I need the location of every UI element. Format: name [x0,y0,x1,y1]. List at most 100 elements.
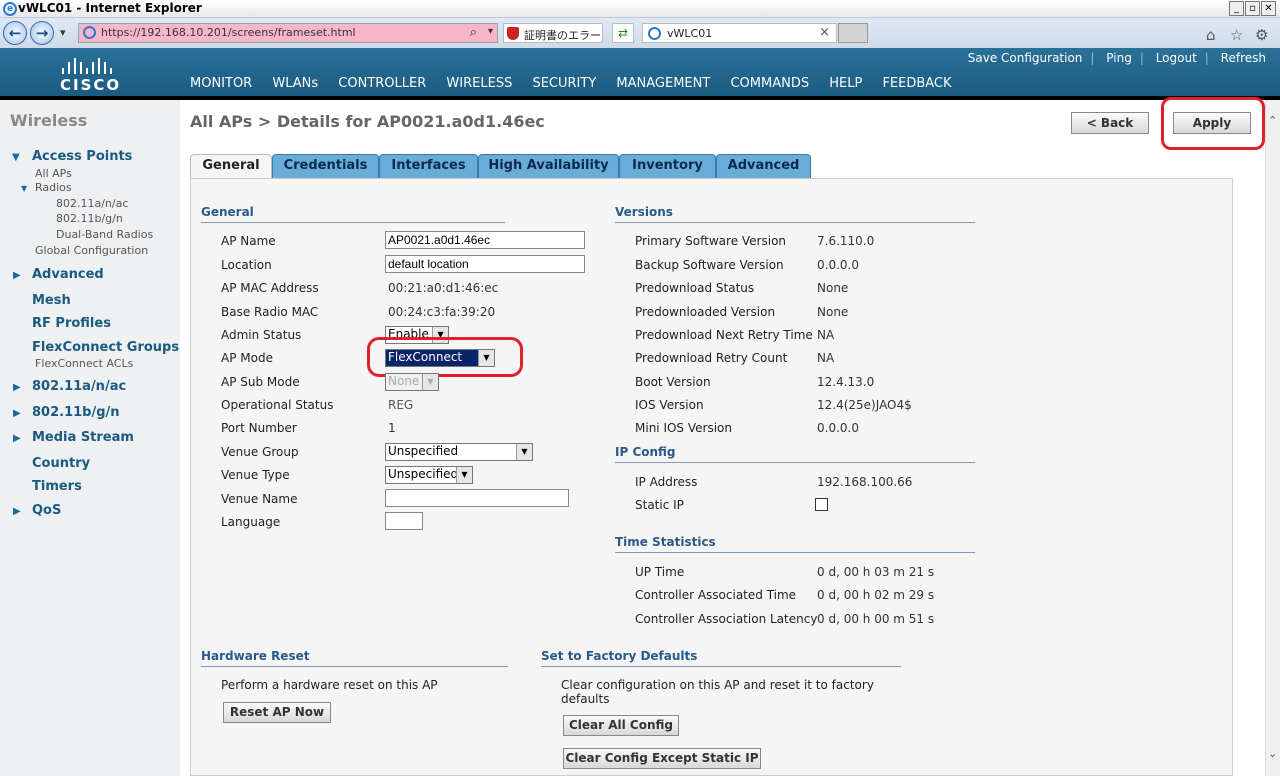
cisco-logo-text: CISCO [60,76,122,94]
sidebar-item-flexconnect-groups[interactable]: FlexConnect Groups [32,340,179,355]
ap-mode-highlight [367,337,523,377]
expanded-icon[interactable]: ▼ [12,152,20,163]
back-nav-button[interactable]: ← [3,21,27,45]
venue-name-input[interactable] [385,489,569,507]
sidebar-item-timers[interactable]: Timers [32,479,82,494]
close-window-button[interactable]: ✕ [1261,1,1276,16]
sidebar-item-all-aps[interactable]: All APs [35,167,72,180]
tab-inventory[interactable]: Inventory [619,154,716,178]
tab-advanced[interactable]: Advanced [716,154,811,178]
menu-security[interactable]: SECURITY [532,76,596,91]
sidebar-item-media-stream[interactable]: Media Stream [32,430,134,445]
menu-wlans[interactable]: WLANs [272,76,318,91]
home-icon[interactable]: ⌂ [1206,26,1216,44]
language-input[interactable] [385,512,423,530]
time-statistics-heading: Time Statistics [615,535,975,553]
dot11b-collapsed-icon[interactable]: ▶ [13,408,21,419]
scroll-up-icon[interactable]: ⌃ [1268,114,1277,127]
media-stream-collapsed-icon[interactable]: ▶ [13,433,21,444]
static-ip-checkbox[interactable] [815,498,828,511]
dot11a-collapsed-icon[interactable]: ▶ [13,382,21,393]
sidebar-item-dot11a[interactable]: 802.11a/n/ac [32,379,126,394]
ios-version-label: IOS Version [635,398,704,412]
ap-name-input[interactable] [385,231,585,249]
uptime-label: UP Time [635,565,685,579]
logout-link[interactable]: Logout [1156,51,1197,65]
sidebar-item-country[interactable]: Country [32,456,90,471]
tab-credentials[interactable]: Credentials [272,154,379,178]
ap-sub-mode-select[interactable]: None ▼ [385,373,439,391]
gear-icon[interactable]: ⚙ [1255,26,1268,44]
qos-collapsed-icon[interactable]: ▶ [13,506,21,517]
maximize-button[interactable]: ▫ [1245,1,1260,16]
chevron-down-icon: ▼ [422,374,438,390]
menu-feedback[interactable]: FEEDBACK [882,76,951,91]
refresh-link[interactable]: Refresh [1221,51,1266,65]
cisco-logo-icon [62,58,116,74]
predownloaded-version-label: Predownloaded Version [635,305,776,319]
search-icon[interactable]: ⌕ [470,25,477,40]
sidebar-heading: Wireless [10,111,88,130]
port-label: Port Number [221,421,297,435]
favorites-icon[interactable]: ☆ [1230,26,1243,44]
predownloaded-version-value: None [817,305,849,319]
back-button[interactable]: < Back [1071,112,1149,134]
sidebar-item-qos[interactable]: QoS [32,503,61,518]
minimize-button[interactable]: _ [1229,1,1244,16]
new-tab-button[interactable] [838,23,868,43]
tab-close-icon[interactable]: × [819,25,830,40]
vertical-scrollbar[interactable]: ⌃ ⌄ [1265,100,1280,776]
sidebar-item-radios[interactable]: Radios [35,181,72,194]
menu-commands[interactable]: COMMANDS [730,76,809,91]
address-bar[interactable]: https://192.168.10.201/screens/frameset.… [78,23,498,43]
scroll-down-icon[interactable]: ⌄ [1268,747,1277,760]
menu-controller[interactable]: CONTROLLER [338,76,426,91]
save-configuration-link[interactable]: Save Configuration [968,51,1083,65]
radios-expanded-icon[interactable]: ▼ [21,184,27,193]
main-content: All APs > Details for AP0021.a0d1.46ec <… [180,97,1265,776]
sidebar-item-rf-profiles[interactable]: RF Profiles [32,316,111,331]
history-dropdown-icon[interactable]: ▾ [60,26,66,39]
sidebar-item-mesh[interactable]: Mesh [32,293,71,308]
port-value: 1 [388,421,396,435]
sidebar-item-global-config[interactable]: Global Configuration [35,244,148,257]
ip-config-heading: IP Config [615,445,975,463]
menu-management[interactable]: MANAGEMENT [616,76,710,91]
op-status-value: REG [388,398,414,412]
menu-help[interactable]: HELP [829,76,862,91]
reset-ap-button[interactable]: Reset AP Now [223,702,331,723]
advanced-collapsed-icon[interactable]: ▶ [13,270,21,281]
boot-version-label: Boot Version [635,375,711,389]
certificate-error-button[interactable]: 証明書のエラー [503,23,603,43]
sidebar-item-dot11b[interactable]: 802.11b/g/n [32,405,120,420]
venue-group-label: Venue Group [221,445,299,459]
factory-desc-line2: defaults [561,692,610,706]
ie-tab-icon [648,27,661,40]
sidebar-item-advanced[interactable]: Advanced [32,267,104,282]
tab-general[interactable]: General [190,154,272,179]
sidebar-item-dual-band[interactable]: Dual-Band Radios [56,228,153,241]
venue-type-select[interactable]: Unspecified ▼ [385,466,473,484]
browser-tab[interactable]: vWLC01 × [642,23,837,43]
ping-link[interactable]: Ping [1106,51,1132,65]
tab-interfaces[interactable]: Interfaces [379,154,478,178]
refresh-icon[interactable]: ⇄ [612,23,634,43]
tab-high-availability[interactable]: High Availability [478,154,619,178]
cert-error-text: 証明書のエラー [524,29,601,42]
menu-monitor[interactable]: MONITOR [190,76,252,91]
apply-highlight [1161,97,1265,150]
cisco-header: CISCO Save Configuration | Ping | Logout | … [0,48,1280,99]
sidebar-item-radio-a[interactable]: 802.11a/n/ac [56,197,128,210]
sidebar-item-radio-b[interactable]: 802.11b/g/n [56,212,123,225]
assoc-time-value: 0 d, 00 h 02 m 29 s [817,588,935,602]
assoc-latency-label: Controller Association Latency [635,612,818,626]
address-dropdown-icon[interactable]: ▾ [488,26,493,37]
sidebar-item-access-points[interactable]: Access Points [32,149,132,164]
clear-all-config-button[interactable]: Clear All Config [563,715,679,736]
forward-nav-button[interactable]: → [30,21,54,45]
venue-group-select[interactable]: Unspecified ▼ [385,443,533,461]
location-input[interactable] [385,255,585,273]
sidebar-item-flexconnect-acls[interactable]: FlexConnect ACLs [35,357,133,370]
clear-config-except-ip-button[interactable]: Clear Config Except Static IP [563,748,761,769]
venue-name-label: Venue Name [221,492,298,506]
